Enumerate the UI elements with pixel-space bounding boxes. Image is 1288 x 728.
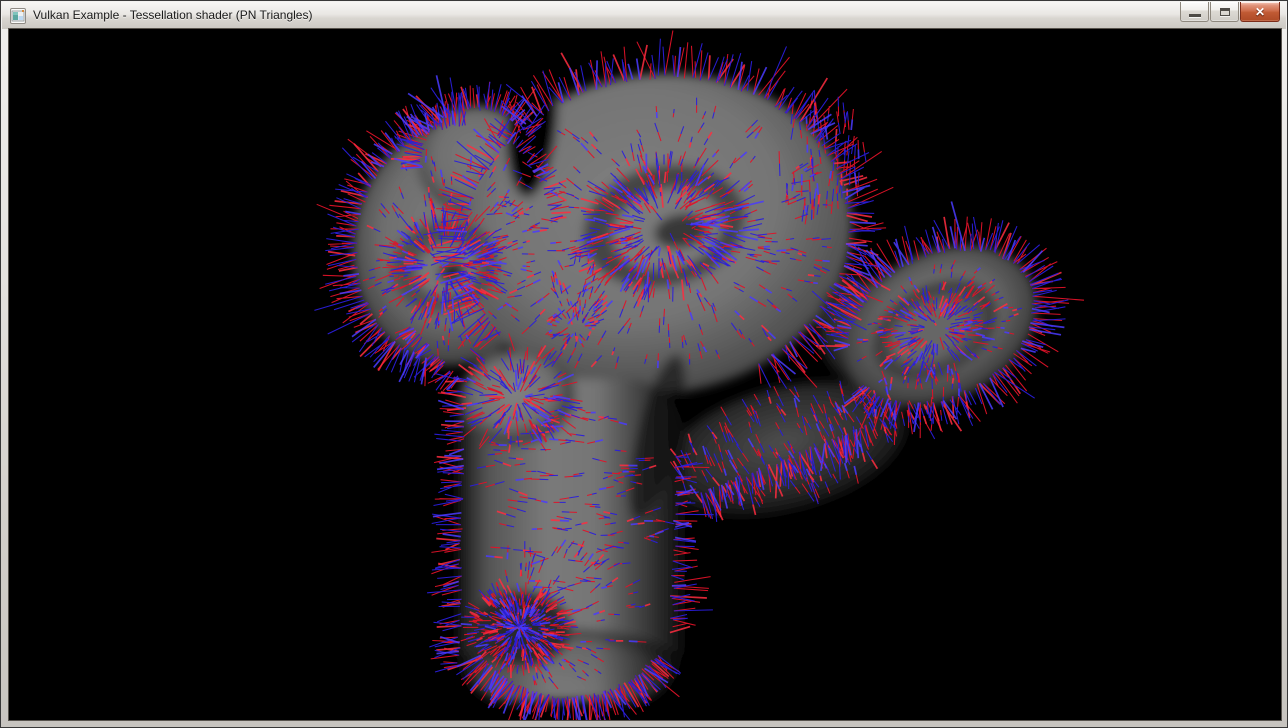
maximize-button[interactable] xyxy=(1210,2,1239,22)
maximize-icon xyxy=(1220,8,1230,16)
minimize-icon xyxy=(1189,14,1201,17)
render-viewport[interactable] xyxy=(9,29,1281,720)
app-icon[interactable] xyxy=(10,8,26,24)
close-icon: ✕ xyxy=(1255,3,1265,21)
suzanne-tessellation-render xyxy=(9,29,1281,720)
minimize-button[interactable] xyxy=(1180,2,1209,22)
title-bar[interactable]: Vulkan Example - Tessellation shader (PN… xyxy=(2,2,1286,29)
window-title: Vulkan Example - Tessellation shader (PN… xyxy=(33,2,312,29)
app-window: Vulkan Example - Tessellation shader (PN… xyxy=(0,0,1288,728)
caption-buttons: ✕ xyxy=(1180,2,1280,22)
close-button[interactable]: ✕ xyxy=(1240,2,1280,22)
